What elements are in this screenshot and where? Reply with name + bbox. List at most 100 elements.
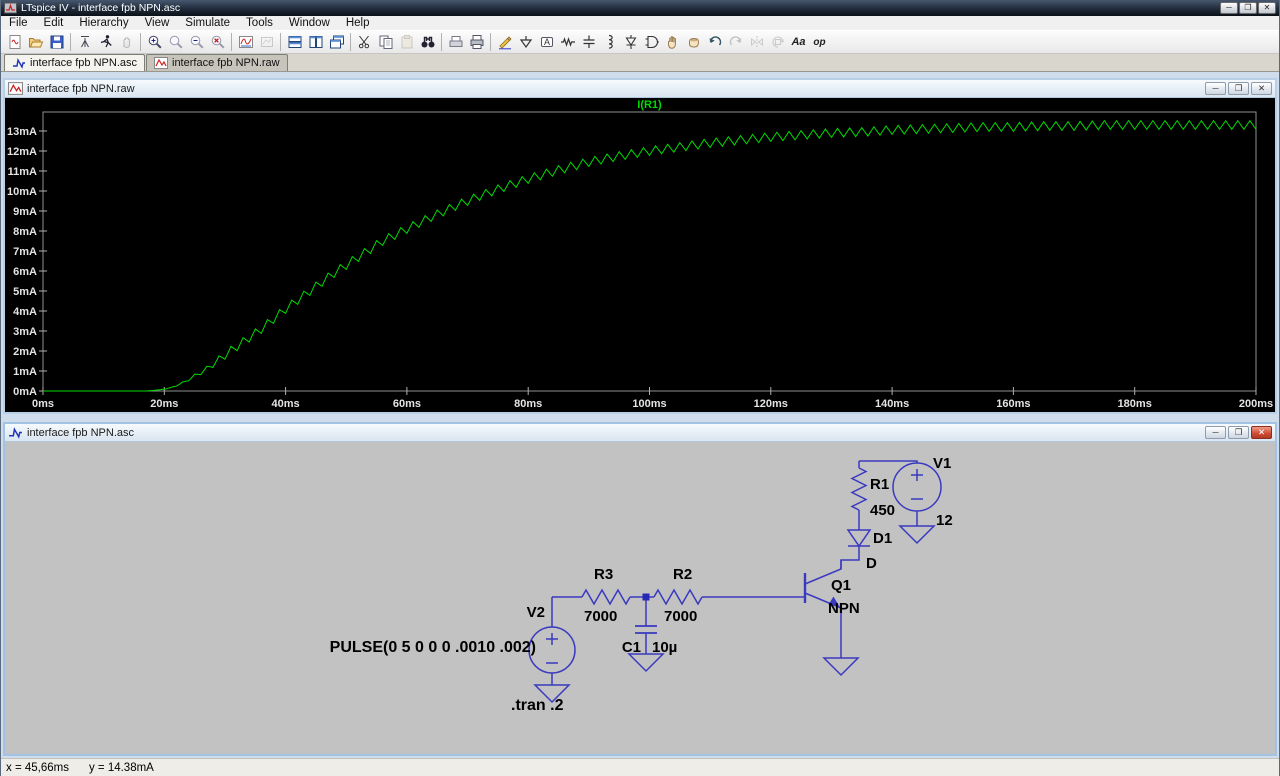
resistor-r2[interactable] xyxy=(653,588,703,606)
voltage-source-v2-value[interactable]: PULSE(0 5 0 0 0 .0010 .002) xyxy=(330,639,536,656)
ground-v1[interactable] xyxy=(898,525,936,545)
zoom-in-button[interactable] xyxy=(144,32,165,52)
halt-button[interactable] xyxy=(116,32,137,52)
resistor-r1-name[interactable]: R1 xyxy=(870,476,889,493)
drag-button[interactable] xyxy=(683,32,704,52)
menu-bar: File Edit Hierarchy View Simulate Tools … xyxy=(1,16,1279,30)
resistor-r3[interactable] xyxy=(581,588,631,606)
resistor-r1[interactable] xyxy=(850,467,868,511)
zoom-out-button[interactable] xyxy=(186,32,207,52)
diode-d1-name[interactable]: D1 xyxy=(873,530,892,547)
resistor-r3-value[interactable]: 7000 xyxy=(584,608,617,625)
schematic-window-title: interface fpb NPN.asc xyxy=(27,426,134,439)
diode-d1[interactable] xyxy=(846,529,872,548)
spice-directive-text[interactable]: .tran .2 xyxy=(511,697,564,714)
voltage-source-v1-name[interactable]: V1 xyxy=(933,455,951,472)
drag-hand-icon xyxy=(688,37,699,48)
minimize-button[interactable]: ─ xyxy=(1220,2,1238,14)
zoom-full-extents-button[interactable] xyxy=(207,32,228,52)
tab-waveform[interactable]: interface fpb NPN.raw xyxy=(146,54,288,71)
label-net-button[interactable]: A xyxy=(536,32,557,52)
wire-button[interactable] xyxy=(494,32,515,52)
schematic-close-button[interactable]: ✕ xyxy=(1251,426,1272,439)
cursor-x-readout: x = 45,66ms xyxy=(6,761,69,774)
tile-vertical-button[interactable] xyxy=(305,32,326,52)
wire-pencil-icon xyxy=(498,36,512,50)
autorange-button[interactable] xyxy=(235,32,256,52)
transistor-q1-value[interactable]: NPN xyxy=(828,600,860,617)
cascade-windows-button[interactable] xyxy=(326,32,347,52)
print-button[interactable] xyxy=(466,32,487,52)
menu-tools[interactable]: Tools xyxy=(238,16,281,30)
resistor-r1-body[interactable] xyxy=(850,467,868,511)
x-tick-label: 60ms xyxy=(393,398,421,410)
undo-button[interactable] xyxy=(704,32,725,52)
resistor-r2-name[interactable]: R2 xyxy=(673,566,692,583)
waveform-tab-icon xyxy=(154,57,168,69)
diode-d1-value[interactable]: D xyxy=(866,555,877,572)
ground-c1[interactable] xyxy=(627,653,665,673)
ltspice-logo-icon xyxy=(4,2,17,14)
voltage-source-v1-value[interactable]: 12 xyxy=(936,512,953,529)
diode-button[interactable] xyxy=(620,32,641,52)
menu-view[interactable]: View xyxy=(137,16,178,30)
y-tick-label: 8mA xyxy=(13,226,37,238)
move-button[interactable] xyxy=(662,32,683,52)
waveform-minimize-button[interactable]: ─ xyxy=(1205,82,1226,95)
waveform-close-button[interactable]: ✕ xyxy=(1251,82,1272,95)
inductor-button[interactable] xyxy=(599,32,620,52)
new-schematic-button[interactable] xyxy=(4,32,25,52)
schematic-svg[interactable]: R1 450 V1 12 D1 D Q1 NPN R2 7000 R3 7000… xyxy=(5,442,1275,754)
y-tick-label: 3mA xyxy=(13,326,37,338)
save-button[interactable] xyxy=(46,32,67,52)
menu-window[interactable]: Window xyxy=(281,16,338,30)
title-bar: LTspice IV - interface fpb NPN.asc ─ ❐ ✕ xyxy=(1,0,1279,16)
mirror-button[interactable] xyxy=(746,32,767,52)
diode-d1-body[interactable] xyxy=(846,529,872,548)
text-button[interactable]: Aa xyxy=(788,32,809,52)
rotate-button[interactable] xyxy=(767,32,788,52)
paste-button[interactable] xyxy=(396,32,417,52)
close-button[interactable]: ✕ xyxy=(1258,2,1276,14)
find-button[interactable] xyxy=(417,32,438,52)
y-tick-label: 7mA xyxy=(13,246,37,258)
resistor-r1-value[interactable]: 450 xyxy=(870,502,895,519)
transistor-q1-name[interactable]: Q1 xyxy=(831,577,851,594)
open-button[interactable] xyxy=(25,32,46,52)
cut-button[interactable] xyxy=(354,32,375,52)
tile-horizontal-button[interactable] xyxy=(284,32,305,52)
schematic-minimize-button[interactable]: ─ xyxy=(1205,426,1226,439)
tab-schematic[interactable]: interface fpb NPN.asc xyxy=(4,54,145,71)
restore-button[interactable]: ❐ xyxy=(1239,2,1257,14)
print-preview-button[interactable] xyxy=(445,32,466,52)
waveform-window-titlebar[interactable]: interface fpb NPN.raw ─ ❐ ✕ xyxy=(5,80,1275,98)
control-panel-button[interactable] xyxy=(74,32,95,52)
menu-hierarchy[interactable]: Hierarchy xyxy=(71,16,136,30)
trace-label[interactable]: I(R1) xyxy=(637,99,662,111)
voltage-source-v2-name[interactable]: V2 xyxy=(527,604,545,621)
schematic-maximize-button[interactable]: ❐ xyxy=(1228,426,1249,439)
resistor-r2-value[interactable]: 7000 xyxy=(664,608,697,625)
capacitor-button[interactable] xyxy=(578,32,599,52)
waveform-svg[interactable]: I(R1) 0mA 1mA 2mA 3mA 4mA 5mA 6mA 7mA 8mA 9mA 10mA 1… xyxy=(5,98,1275,412)
spice-directive-button[interactable]: op xyxy=(809,32,830,52)
resistor-r3-name[interactable]: R3 xyxy=(594,566,613,583)
copy-button[interactable] xyxy=(375,32,396,52)
zoom-area-button[interactable] xyxy=(165,32,186,52)
x-tick-label: 20ms xyxy=(150,398,178,410)
component-button[interactable] xyxy=(641,32,662,52)
capacitor-c1[interactable] xyxy=(635,625,657,634)
current-trace[interactable] xyxy=(43,119,1257,392)
waveform-maximize-button[interactable]: ❐ xyxy=(1228,82,1249,95)
plot-settings-button[interactable] xyxy=(256,32,277,52)
ground-q1[interactable] xyxy=(822,657,860,677)
menu-simulate[interactable]: Simulate xyxy=(177,16,238,30)
resistor-button[interactable] xyxy=(557,32,578,52)
run-button[interactable] xyxy=(95,32,116,52)
menu-edit[interactable]: Edit xyxy=(36,16,72,30)
menu-help[interactable]: Help xyxy=(338,16,378,30)
redo-button[interactable] xyxy=(725,32,746,52)
schematic-window-titlebar[interactable]: interface fpb NPN.asc ─ ❐ ✕ xyxy=(5,424,1275,442)
ground-button[interactable] xyxy=(515,32,536,52)
menu-file[interactable]: File xyxy=(1,16,36,30)
